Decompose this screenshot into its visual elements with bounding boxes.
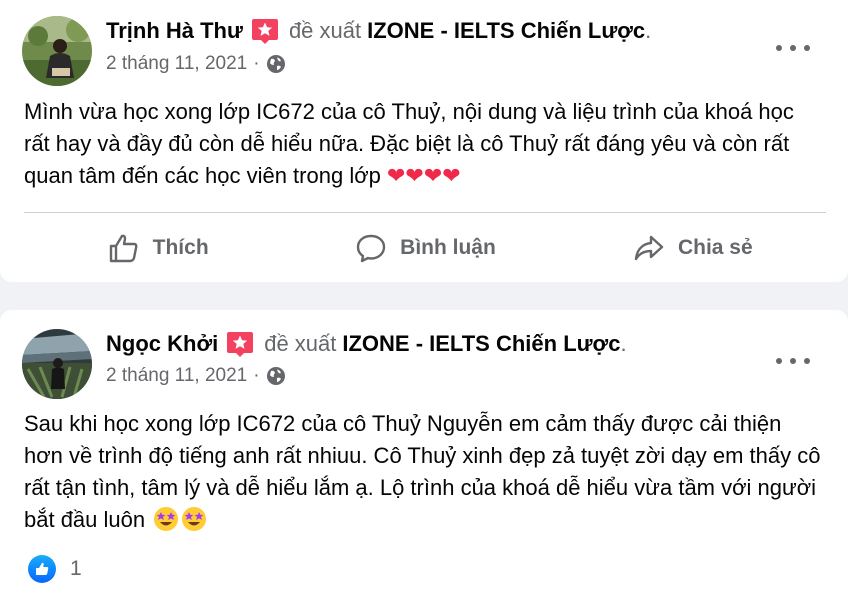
avatar[interactable] [22, 329, 92, 399]
share-label: Chia sẻ [677, 236, 753, 259]
post-meta: 2 tháng 11, 2021 · [106, 365, 286, 387]
post-text-content: Sau khi học xong lớp IC672 của cô Thuỷ N… [24, 411, 821, 532]
meta-separator: · [253, 53, 260, 74]
star-struck-emoji-icon [182, 507, 207, 531]
recommend-badge-icon [226, 330, 254, 358]
speech-bubble-icon [356, 234, 386, 263]
divider [24, 212, 826, 213]
like-label: Thích [152, 236, 209, 259]
thumbs-up-icon [109, 234, 138, 263]
like-reaction-icon [28, 555, 56, 583]
like-button[interactable]: Thích [24, 222, 291, 274]
recommend-badge-icon [251, 17, 279, 45]
share-arrow-icon [634, 235, 664, 261]
recommend-verb: đề xuất [288, 18, 362, 43]
globe-icon[interactable] [266, 366, 286, 386]
more-options-icon[interactable] [776, 351, 810, 371]
author-name[interactable]: Ngọc Khởi [106, 331, 218, 357]
header-period: . [620, 331, 627, 356]
post-date[interactable]: 2 tháng 11, 2021 [106, 53, 247, 75]
star-struck-emoji-icon [154, 507, 179, 531]
recommend-verb: đề xuất [264, 331, 337, 356]
meta-separator: · [253, 365, 260, 386]
post-text: Mình vừa học xong lớp IC672 của cô Thuỷ,… [24, 96, 824, 193]
globe-icon[interactable] [266, 54, 286, 74]
post-header: Trịnh Hà Thư đề xuất IZONE - IELTS Chiến… [106, 17, 651, 45]
post-card: Trịnh Hà Thư đề xuất IZONE - IELTS Chiến… [0, 0, 848, 282]
page-name-link[interactable]: IZONE - IELTS Chiến Lược [367, 18, 645, 44]
page-name-link[interactable]: IZONE - IELTS Chiến Lược [342, 331, 620, 357]
author-name[interactable]: Trịnh Hà Thư [106, 18, 243, 44]
comment-button[interactable]: Bình luận [291, 222, 558, 274]
reaction-summary[interactable]: 1 [28, 555, 82, 583]
more-options-icon[interactable] [776, 38, 810, 58]
header-period: . [645, 18, 652, 43]
post-date[interactable]: 2 tháng 11, 2021 [106, 365, 247, 387]
share-button[interactable]: Chia sẻ [559, 222, 826, 274]
post-card: Ngọc Khởi đề xuất IZONE - IELTS Chiến Lư… [0, 310, 848, 598]
post-text: Sau khi học xong lớp IC672 của cô Thuỷ N… [24, 408, 824, 536]
heart-emoji: ❤❤❤❤ [387, 164, 461, 189]
post-meta: 2 tháng 11, 2021 · [106, 53, 286, 75]
avatar[interactable] [22, 16, 92, 86]
reaction-count: 1 [70, 557, 82, 580]
post-actions: Thích Bình luận Chia sẻ [24, 222, 826, 274]
post-header: Ngọc Khởi đề xuất IZONE - IELTS Chiến Lư… [106, 330, 627, 358]
comment-label: Bình luận [400, 236, 496, 259]
